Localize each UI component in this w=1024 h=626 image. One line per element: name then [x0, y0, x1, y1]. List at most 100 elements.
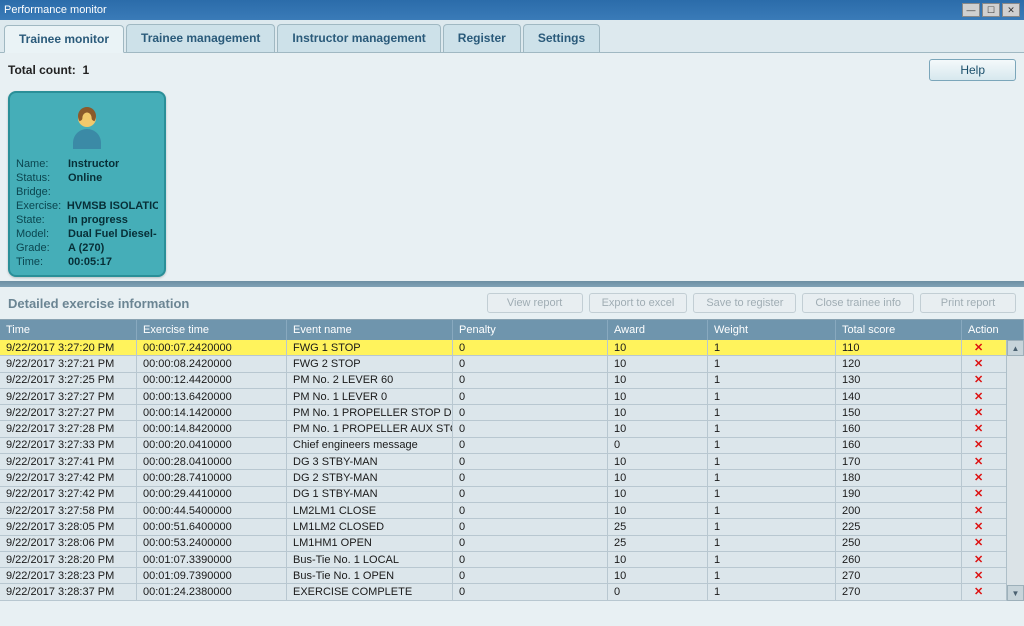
table-row[interactable]: 9/22/2017 3:27:42 PM00:00:29.4410000DG 1…	[0, 487, 1024, 503]
scroll-up-button[interactable]: ▲	[1007, 340, 1024, 356]
col-weight[interactable]: Weight	[708, 320, 836, 340]
table-row[interactable]: 9/22/2017 3:27:42 PM00:00:28.7410000DG 2…	[0, 470, 1024, 486]
delete-row-icon[interactable]: ✕	[968, 570, 989, 582]
cell-event-name: EXERCISE COMPLETE	[287, 584, 453, 600]
table-row[interactable]: 9/22/2017 3:27:27 PM00:00:13.6420000PM N…	[0, 389, 1024, 405]
delete-row-icon[interactable]: ✕	[968, 342, 989, 354]
tab-register[interactable]: Register	[443, 24, 521, 52]
col-event-name[interactable]: Event name	[287, 320, 453, 340]
tab-trainee-monitor[interactable]: Trainee monitor	[4, 25, 124, 53]
cell-total-score: 160	[836, 421, 962, 437]
table-row[interactable]: 9/22/2017 3:27:58 PM00:00:44.5400000LM2L…	[0, 503, 1024, 519]
cell-penalty: 0	[453, 389, 608, 405]
scroll-down-button[interactable]: ▼	[1007, 585, 1024, 601]
minimize-button[interactable]: —	[962, 3, 980, 17]
export-excel-button[interactable]: Export to excel	[589, 293, 688, 313]
card-state-label: State:	[16, 213, 68, 227]
cell-exercise-time: 00:00:53.2400000	[137, 535, 287, 551]
delete-row-icon[interactable]: ✕	[968, 439, 989, 451]
delete-row-icon[interactable]: ✕	[968, 586, 989, 598]
tab-trainee-management[interactable]: Trainee management	[126, 24, 275, 52]
cell-award: 10	[608, 421, 708, 437]
cell-weight: 1	[708, 535, 836, 551]
delete-row-icon[interactable]: ✕	[968, 537, 989, 549]
col-total-score[interactable]: Total score	[836, 320, 962, 340]
cell-event-name: PM No. 2 LEVER 60	[287, 372, 453, 388]
cell-exercise-time: 00:00:14.8420000	[137, 421, 287, 437]
table-row[interactable]: 9/22/2017 3:28:23 PM00:01:09.7390000Bus-…	[0, 568, 1024, 584]
scrollbar[interactable]: ▲ ▼	[1006, 340, 1024, 601]
table-row[interactable]: 9/22/2017 3:28:06 PM00:00:53.2400000LM1H…	[0, 536, 1024, 552]
cell-event-name: DG 1 STBY-MAN	[287, 486, 453, 502]
col-penalty[interactable]: Penalty	[453, 320, 608, 340]
delete-row-icon[interactable]: ✕	[968, 505, 989, 517]
view-report-button[interactable]: View report	[487, 293, 583, 313]
cell-penalty: 0	[453, 503, 608, 519]
titlebar: Performance monitor — ☐ ✕	[0, 0, 1024, 20]
cell-time: 9/22/2017 3:27:33 PM	[0, 437, 137, 453]
delete-row-icon[interactable]: ✕	[968, 407, 989, 419]
cell-weight: 1	[708, 568, 836, 584]
cell-event-name: DG 3 STBY-MAN	[287, 454, 453, 470]
delete-row-icon[interactable]: ✕	[968, 554, 989, 566]
close-button[interactable]: ✕	[1002, 3, 1020, 17]
cell-time: 9/22/2017 3:27:20 PM	[0, 340, 137, 356]
tab-instructor-management[interactable]: Instructor management	[277, 24, 440, 52]
cell-penalty: 0	[453, 535, 608, 551]
maximize-button[interactable]: ☐	[982, 3, 1000, 17]
cell-exercise-time: 00:00:20.0410000	[137, 437, 287, 453]
cell-exercise-time: 00:00:07.2420000	[137, 340, 287, 356]
table-row[interactable]: 9/22/2017 3:27:41 PM00:00:28.0410000DG 3…	[0, 454, 1024, 470]
cell-penalty: 0	[453, 552, 608, 568]
delete-row-icon[interactable]: ✕	[968, 456, 989, 468]
cell-exercise-time: 00:01:09.7390000	[137, 568, 287, 584]
help-button[interactable]: Help	[929, 59, 1016, 81]
cell-exercise-time: 00:00:12.4420000	[137, 372, 287, 388]
card-status-label: Status:	[16, 171, 68, 185]
cell-time: 9/22/2017 3:27:41 PM	[0, 454, 137, 470]
delete-row-icon[interactable]: ✕	[968, 391, 989, 403]
cell-time: 9/22/2017 3:27:21 PM	[0, 356, 137, 372]
delete-row-icon[interactable]: ✕	[968, 374, 989, 386]
table-row[interactable]: 9/22/2017 3:27:28 PM00:00:14.8420000PM N…	[0, 421, 1024, 437]
table-row[interactable]: 9/22/2017 3:28:37 PM00:01:24.2380000EXER…	[0, 584, 1024, 600]
col-exercise-time[interactable]: Exercise time	[137, 320, 287, 340]
card-model-label: Model:	[16, 227, 68, 241]
tab-settings[interactable]: Settings	[523, 24, 600, 52]
col-action[interactable]: Action	[962, 320, 1024, 340]
delete-row-icon[interactable]: ✕	[968, 423, 989, 435]
cell-exercise-time: 00:00:44.5400000	[137, 503, 287, 519]
delete-row-icon[interactable]: ✕	[968, 358, 989, 370]
total-count-label-text: Total count:	[8, 63, 76, 77]
cell-award: 10	[608, 405, 708, 421]
table-row[interactable]: 9/22/2017 3:27:21 PM00:00:08.2420000FWG …	[0, 356, 1024, 372]
cell-penalty: 0	[453, 405, 608, 421]
delete-row-icon[interactable]: ✕	[968, 521, 989, 533]
cell-award: 0	[608, 437, 708, 453]
print-report-button[interactable]: Print report	[920, 293, 1016, 313]
cell-weight: 1	[708, 437, 836, 453]
cell-total-score: 180	[836, 470, 962, 486]
table-row[interactable]: 9/22/2017 3:28:05 PM00:00:51.6400000LM1L…	[0, 519, 1024, 535]
cell-exercise-time: 00:00:51.6400000	[137, 519, 287, 535]
table-row[interactable]: 9/22/2017 3:27:27 PM00:00:14.1420000PM N…	[0, 405, 1024, 421]
table-row[interactable]: 9/22/2017 3:27:33 PM00:00:20.0410000Chie…	[0, 438, 1024, 454]
table-row[interactable]: 9/22/2017 3:28:20 PM00:01:07.3390000Bus-…	[0, 552, 1024, 568]
cell-exercise-time: 00:00:28.7410000	[137, 470, 287, 486]
col-award[interactable]: Award	[608, 320, 708, 340]
cell-total-score: 140	[836, 389, 962, 405]
table-row[interactable]: 9/22/2017 3:27:25 PM00:00:12.4420000PM N…	[0, 373, 1024, 389]
table-row[interactable]: 9/22/2017 3:27:20 PM00:00:07.2420000FWG …	[0, 340, 1024, 356]
delete-row-icon[interactable]: ✕	[968, 472, 989, 484]
col-time[interactable]: Time	[0, 320, 137, 340]
cell-weight: 1	[708, 552, 836, 568]
card-grade-label: Grade:	[16, 241, 68, 255]
save-register-button[interactable]: Save to register	[693, 293, 796, 313]
delete-row-icon[interactable]: ✕	[968, 488, 989, 500]
cell-weight: 1	[708, 372, 836, 388]
cell-event-name: LM1HM1 OPEN	[287, 535, 453, 551]
trainee-card[interactable]: Name:Instructor Status:Online Bridge: Ex…	[8, 91, 166, 277]
close-trainee-info-button[interactable]: Close trainee info	[802, 293, 914, 313]
cell-time: 9/22/2017 3:27:27 PM	[0, 389, 137, 405]
grid-header: Time Exercise time Event name Penalty Aw…	[0, 320, 1024, 340]
